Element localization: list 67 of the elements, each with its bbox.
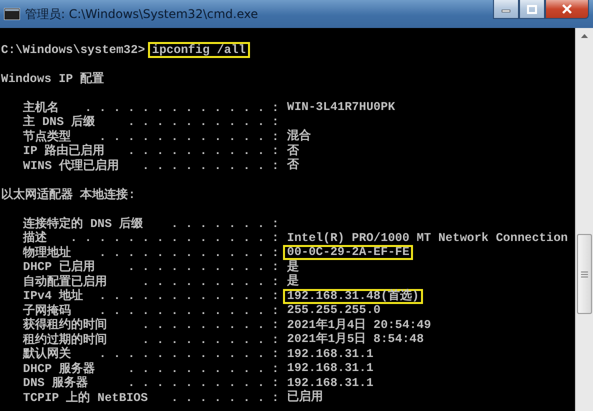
dot-leader: . . . . . . . . . : — [142, 158, 279, 173]
entry-label: DNS 服务器 — [23, 376, 88, 390]
close-icon — [561, 4, 573, 14]
entry-value: 192.168.31.48(首选) — [283, 288, 424, 304]
entry-value: 2021年1月5日 8:54:48 — [286, 332, 425, 348]
dot-leader: . . . . . . . . . : — [142, 274, 279, 289]
maximize-button[interactable] — [519, 0, 545, 19]
entry-label: IP 路由已启用 — [23, 144, 105, 158]
entry-value: 192.168.31.1 — [286, 361, 374, 376]
entry-label: 默认网关 — [23, 347, 71, 362]
dot-leader: . . . . . . . . . . : — [128, 362, 279, 376]
entry-label: DHCP 服务器 — [23, 362, 96, 376]
entry-value: 混合 — [286, 129, 312, 144]
entry-value: 255.255.255.0 — [286, 303, 382, 318]
scroll-up-arrow-icon[interactable] — [580, 33, 589, 39]
entry-value: 00-0C-29-2A-EF-FE — [283, 245, 414, 260]
dot-leader: . . . . . . . . . . . . : — [98, 289, 279, 304]
prompt-path: C:\Windows\system32> — [1, 42, 146, 57]
section-heading: Windows IP 配置 — [1, 72, 104, 86]
console-icon — [4, 8, 20, 20]
entry-value: 2021年1月4日 20:54:49 — [286, 318, 432, 332]
window-title: 管理员: C:\Windows\System32\cmd.exe — [25, 6, 259, 22]
dot-leader: . . . . . . . . . . . . . : — [84, 100, 279, 115]
dot-leader: . . . . . . . . . . : — [128, 376, 279, 390]
entry-label: WINS 代理已启用 — [23, 158, 120, 173]
close-button[interactable] — [545, 0, 589, 19]
grip-icon — [581, 270, 588, 278]
entry-value: 是 — [286, 260, 300, 274]
dot-leader: . . . . . . . . . . . . . . : — [70, 231, 279, 246]
entry-label: 主 DNS 后缀 — [23, 115, 96, 130]
dot-leader: . . . . . . . . . . . . : — [98, 347, 279, 362]
entry-label: 描述 — [23, 231, 47, 246]
dot-leader: . . . . . . . . . . : — [128, 144, 279, 158]
dot-leader: . . . . . . . . . . : — [128, 115, 279, 130]
dot-leader: . . . . . . . . . . : — [128, 260, 279, 274]
scroll-thumb[interactable] — [577, 234, 592, 314]
entry-value: 否 — [286, 144, 300, 158]
entry-label: 物理地址 — [23, 246, 71, 260]
entry-value: 192.168.31.1 — [286, 346, 374, 362]
entry-label: 主机名 — [23, 100, 59, 114]
dot-leader: . . . . . . . . . . . . : — [98, 304, 279, 318]
command-text: ipconfig /all — [148, 42, 250, 58]
entry-value: 是 — [286, 274, 300, 290]
section-heading: 以太网适配器 本地连接: — [1, 188, 136, 202]
minimize-button[interactable] — [493, 0, 519, 19]
entry-value: Intel(R) PRO/1000 MT Network Connection — [286, 230, 569, 246]
dot-leader: . . . . . . . . . : — [142, 318, 279, 332]
entry-value: WIN-3L41R7HU0PK — [286, 100, 396, 116]
entry-label: TCPIP 上的 NetBIOS — [23, 390, 148, 405]
entry-label: 连接特定的 DNS 后缀 — [23, 216, 144, 230]
scrollbar[interactable] — [575, 28, 593, 411]
entry-value: 192.168.31.1 — [286, 376, 374, 390]
entry-value: 否 — [286, 158, 300, 174]
entry-value: 已启用 — [286, 390, 324, 406]
entry-label: 子网掩码 — [23, 304, 71, 318]
dot-leader: . . . . . . . : — [170, 390, 279, 405]
entry-label: 获得租约的时间 — [23, 318, 107, 332]
dot-leader: . . . . . . . . . : — [142, 332, 279, 347]
dot-leader: . . . . . . . . . . . . : — [98, 246, 279, 260]
entry-label: 节点类型 — [23, 130, 71, 144]
dot-leader: . . . . . . . : — [170, 216, 279, 231]
dot-leader: . . . . . . . . . . . . : — [98, 130, 279, 144]
entry-label: DHCP 已启用 — [23, 260, 96, 274]
entry-label: IPv4 地址 — [23, 289, 84, 304]
maximize-icon — [527, 4, 537, 14]
entry-label: 自动配置已启用 — [23, 274, 107, 288]
entry-label: 租约过期的时间 — [23, 332, 107, 346]
